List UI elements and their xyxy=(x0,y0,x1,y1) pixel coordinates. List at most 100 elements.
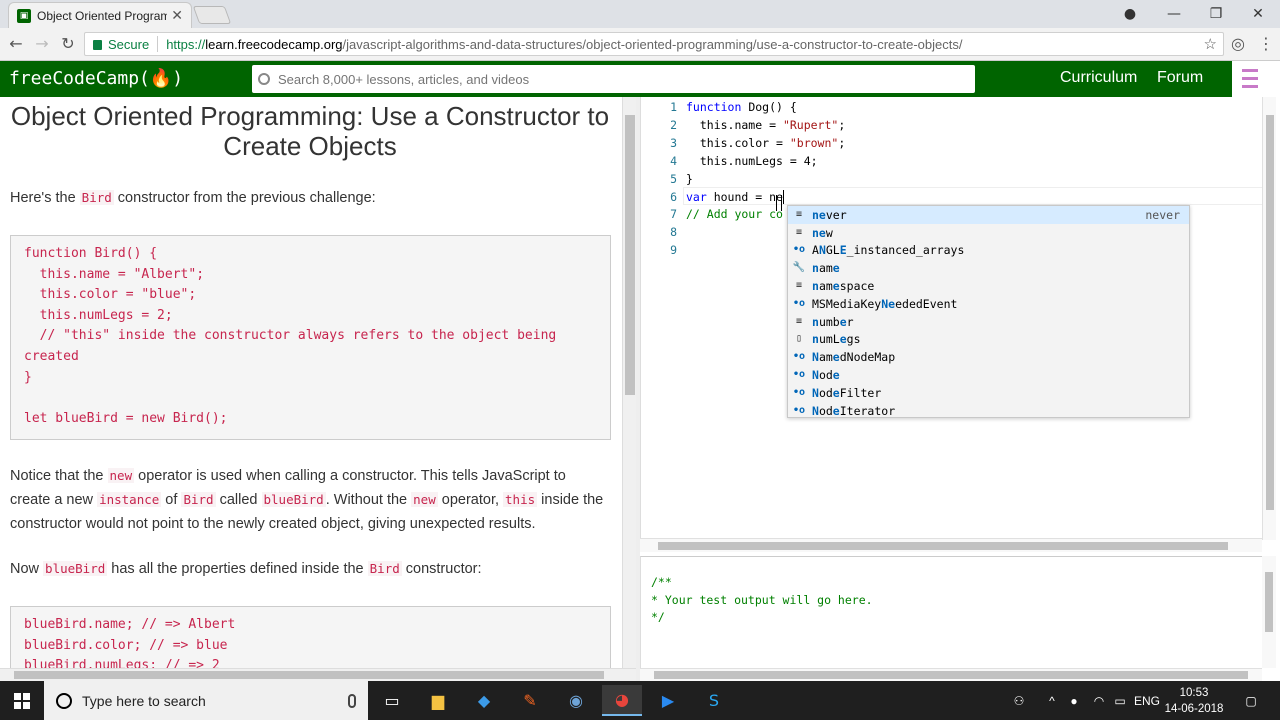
fcc-navbar: freeCodeCamp(🔥) Curriculum Forum xyxy=(0,61,1268,97)
code-line[interactable]: } xyxy=(686,172,693,186)
lesson-title: Object Oriented Programming: Use a Const… xyxy=(10,101,610,161)
suggestion-item[interactable]: ▯ numLegs xyxy=(788,331,1189,349)
extension-icon[interactable]: ◎ xyxy=(1228,34,1248,54)
media-player-icon[interactable]: ▶ xyxy=(648,685,688,716)
suggestion-label: Node xyxy=(812,368,840,383)
suggestion-item[interactable]: 🔧 name xyxy=(788,259,1189,277)
new-tab-button[interactable] xyxy=(192,6,232,24)
suggestion-item[interactable]: ≡ new xyxy=(788,224,1189,242)
tab-close-icon[interactable]: ✕ xyxy=(171,8,183,24)
browser-toolbar: ← → ↻ Secure https://learn.freecodecamp.… xyxy=(0,28,1280,61)
suggestion-item[interactable]: •o Node xyxy=(788,366,1189,384)
browser-tab[interactable]: ▣ Object Oriented Programm ✕ xyxy=(8,2,192,28)
profile-icon[interactable]: ● xyxy=(1108,0,1152,28)
chrome-menu-icon[interactable]: ⋮ xyxy=(1256,34,1276,54)
line-number: 6 xyxy=(670,189,677,204)
suggestion-label: name xyxy=(812,261,840,276)
hamburger-menu-icon[interactable] xyxy=(1232,61,1268,97)
code-line[interactable]: this.numLegs = 4; xyxy=(686,154,818,168)
line-number: 3 xyxy=(670,135,677,150)
bookmark-star-icon[interactable]: ☆ xyxy=(1204,35,1217,53)
cortana-icon xyxy=(56,692,72,709)
people-icon[interactable]: ⚇ xyxy=(1008,681,1030,720)
code-example-2: blueBird.name; // => Albert blueBird.col… xyxy=(10,606,611,668)
wifi-icon[interactable]: ◠ xyxy=(1088,681,1110,720)
output-line: /** xyxy=(651,575,672,589)
line-number: 5 xyxy=(670,171,677,186)
keyword-icon: ≡ xyxy=(795,280,803,292)
tab-title: Object Oriented Programm xyxy=(37,8,168,23)
language-indicator[interactable]: ENG xyxy=(1132,681,1162,720)
url-text[interactable]: https://learn.freecodecamp.org/javascrip… xyxy=(166,37,962,52)
lesson-paragraph-2: Notice that the new operator is used whe… xyxy=(10,468,604,532)
fcc-search-input[interactable] xyxy=(278,71,975,87)
pencil-app-icon[interactable]: ✎ xyxy=(510,685,550,716)
editor-vertical-scrollbar[interactable] xyxy=(1262,97,1276,540)
class-icon: •o xyxy=(792,369,806,381)
suggestion-label: NodeIterator xyxy=(812,403,896,418)
code-line[interactable]: this.name = "Rupert"; xyxy=(686,118,845,132)
skype-icon[interactable]: S xyxy=(694,685,734,716)
vscode-icon[interactable]: ◆ xyxy=(464,685,504,716)
line-number-gutter: 1 2 3 4 5 6 7 8 9 xyxy=(641,97,681,540)
code-line[interactable]: // Add your co xyxy=(686,207,783,221)
suggestion-label: NamedNodeMap xyxy=(812,350,896,365)
address-bar[interactable]: Secure https://learn.freecodecamp.org/ja… xyxy=(84,32,1224,56)
forward-arrow-icon[interactable]: → xyxy=(32,34,52,54)
lesson-vertical-scrollbar[interactable] xyxy=(622,97,636,668)
suggestion-label: new xyxy=(812,225,833,240)
suggestion-item[interactable]: ≡ namespace xyxy=(788,277,1189,295)
output-line: */ xyxy=(651,610,665,624)
browser-tab-strip: ▣ Object Oriented Programm ✕ ● — ❐ ✕ xyxy=(0,0,1280,28)
suggestion-item[interactable]: ≡ never never xyxy=(788,206,1189,224)
maximize-button[interactable]: ❐ xyxy=(1194,0,1238,28)
suggestion-item[interactable]: •o MSMediaKeyNeededEvent xyxy=(788,295,1189,313)
class-icon: •o xyxy=(792,244,806,256)
windows-taskbar: Type here to search ▭ ▆ ◆ ✎ ◉ ◕ ▶ S ⚇ ^ … xyxy=(0,681,1280,720)
minimize-button[interactable]: — xyxy=(1152,0,1196,28)
keyword-icon: ≡ xyxy=(795,208,803,220)
output-line: * Your test output will go here. xyxy=(651,592,873,607)
file-explorer-icon[interactable]: ▆ xyxy=(418,685,458,716)
suggestion-item[interactable]: •o NodeIterator xyxy=(788,402,1189,418)
line-number: 1 xyxy=(670,100,677,114)
database-app-icon[interactable]: ◉ xyxy=(556,685,596,716)
notifications-icon[interactable]: ▢ xyxy=(1238,681,1264,720)
battery-icon[interactable]: ▭ xyxy=(1110,681,1130,720)
fcc-search-box[interactable] xyxy=(252,65,975,93)
clock-date: 14-06-2018 xyxy=(1164,703,1224,715)
editor-horizontal-scrollbar[interactable] xyxy=(640,538,1262,552)
show-hidden-icons-chevron-icon[interactable]: ^ xyxy=(1042,681,1062,720)
property-icon: 🔧 xyxy=(792,262,806,274)
task-view-icon[interactable]: ▭ xyxy=(372,685,412,716)
back-arrow-icon[interactable]: ← xyxy=(6,34,26,54)
suggestion-item[interactable]: •o ANGLE_instanced_arrays xyxy=(788,242,1189,260)
secure-indicator[interactable]: Secure xyxy=(93,37,149,52)
chrome-taskbar-icon[interactable]: ◕ xyxy=(602,685,642,716)
code-line[interactable]: this.color = "brown"; xyxy=(686,136,845,150)
reload-icon[interactable]: ↻ xyxy=(58,34,78,54)
suggestion-item[interactable]: •o NodeFilter xyxy=(788,384,1189,402)
lock-icon xyxy=(93,40,102,50)
lesson-paragraph-1: Here's the Bird constructor from the pre… xyxy=(10,190,376,206)
forum-link[interactable]: Forum xyxy=(1157,69,1203,87)
lesson-horizontal-scrollbar[interactable] xyxy=(0,668,636,681)
suggestion-item[interactable]: •o NamedNodeMap xyxy=(788,348,1189,366)
taskbar-search-box[interactable]: Type here to search xyxy=(44,681,368,720)
network-status-icon[interactable]: ● xyxy=(1064,681,1084,720)
fcc-logo[interactable]: freeCodeCamp(🔥) xyxy=(9,68,183,89)
suggestion-item[interactable]: ≡ number xyxy=(788,313,1189,331)
line-number: 4 xyxy=(670,153,677,168)
start-button[interactable] xyxy=(0,681,44,720)
curriculum-link[interactable]: Curriculum xyxy=(1060,69,1137,87)
taskbar-clock[interactable]: 10:53 14-06-2018 xyxy=(1164,685,1224,717)
autocomplete-suggestions[interactable]: ≡ never never ≡ new •o ANGLE_instanced_arrays 🔧… xyxy=(787,205,1190,418)
output-vertical-scrollbar[interactable] xyxy=(1262,556,1276,668)
suggestion-detail: never xyxy=(1145,207,1180,222)
code-line[interactable]: function Dog() { xyxy=(686,100,797,114)
code-line[interactable]: var hound = ne xyxy=(686,190,784,204)
suggestion-label: ANGLE_instanced_arrays xyxy=(812,243,965,258)
output-horizontal-scrollbar[interactable] xyxy=(640,668,1262,681)
microphone-icon[interactable] xyxy=(348,693,356,708)
close-window-button[interactable]: ✕ xyxy=(1236,0,1280,28)
